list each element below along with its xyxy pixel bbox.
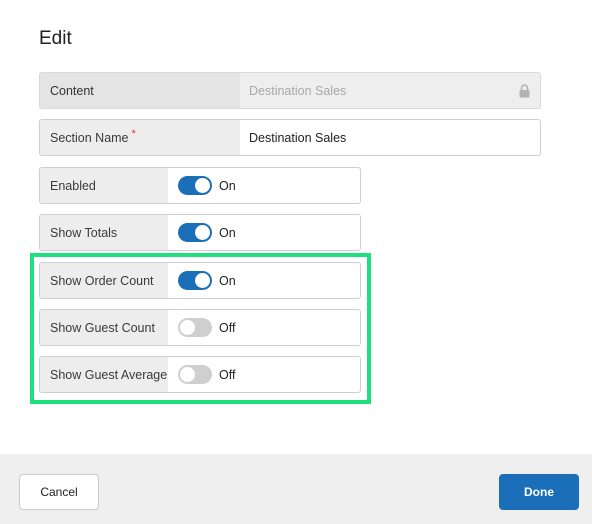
cancel-button[interactable]: Cancel: [19, 474, 99, 510]
section-name-label: Section Name *: [40, 120, 240, 155]
enabled-label: Enabled: [40, 168, 168, 203]
section-name-input[interactable]: Destination Sales: [240, 120, 540, 155]
required-indicator: *: [131, 127, 136, 140]
content-label: Content: [40, 73, 240, 108]
dialog-title: Edit: [39, 28, 72, 49]
done-button[interactable]: Done: [499, 474, 579, 510]
show-totals-field: Show Totals On: [39, 214, 361, 251]
section-name-label-text: Section Name: [50, 130, 129, 145]
content-value-text: Destination Sales: [249, 83, 347, 98]
content-field: Content Destination Sales: [39, 72, 541, 109]
toggle-knob: [195, 178, 210, 193]
show-totals-state: On: [219, 225, 236, 240]
dialog-footer: Cancel Done: [0, 454, 592, 524]
lock-icon: [519, 83, 530, 97]
enabled-toggle[interactable]: [178, 176, 212, 195]
show-totals-toggle[interactable]: [178, 223, 212, 242]
content-value: Destination Sales: [240, 73, 540, 108]
show-totals-value: On: [168, 215, 360, 250]
show-totals-label: Show Totals: [40, 215, 168, 250]
enabled-field: Enabled On: [39, 167, 361, 204]
section-name-field: Section Name * Destination Sales: [39, 119, 541, 156]
toggle-knob: [195, 225, 210, 240]
highlight-annotation: [30, 253, 371, 404]
enabled-state: On: [219, 178, 236, 193]
enabled-value: On: [168, 168, 360, 203]
